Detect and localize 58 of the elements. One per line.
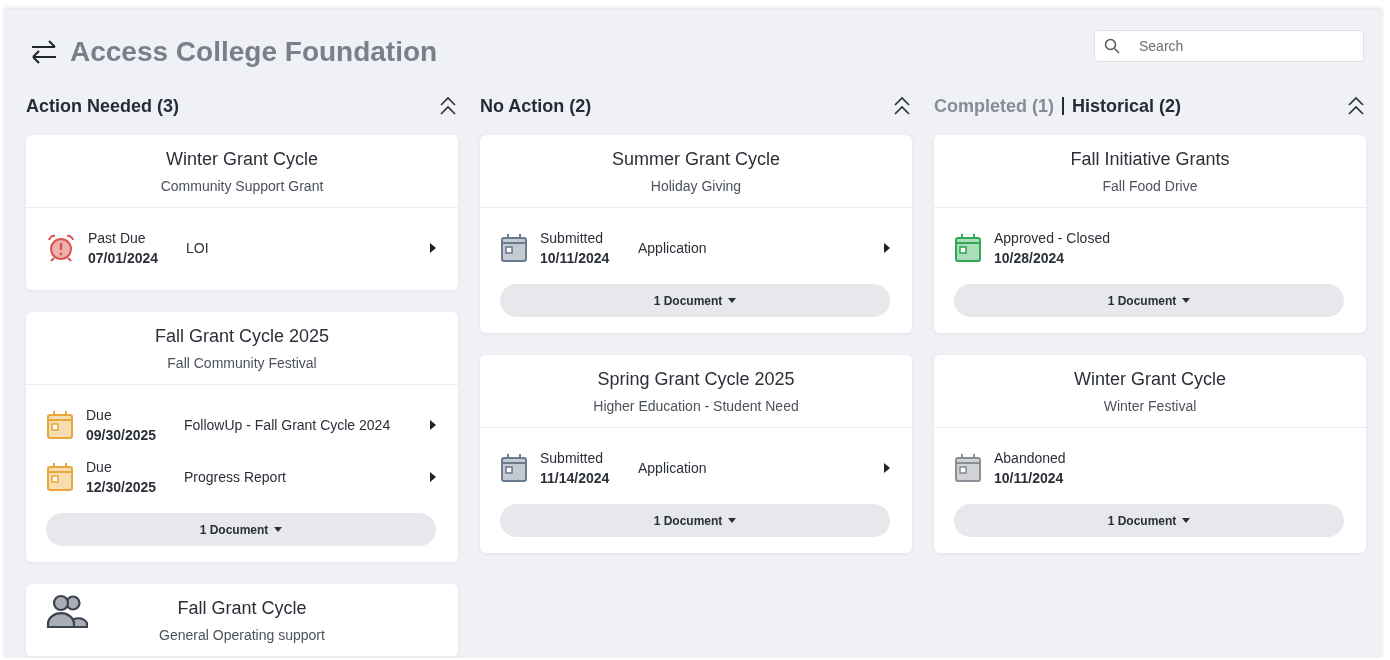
card-title: Winter Grant Cycle <box>1073 369 1226 390</box>
task-status: Due <box>86 407 112 423</box>
search-icon <box>1104 38 1120 54</box>
collapse-icon[interactable] <box>438 96 458 116</box>
collapse-icon[interactable] <box>892 96 912 116</box>
page-title: Access College Foundation <box>70 36 438 68</box>
task-date: 10/28/2024 <box>994 250 1065 266</box>
card-title: Fall Grant Cycle <box>177 598 307 619</box>
task-date: 07/01/2024 <box>88 250 159 266</box>
swap-arrows-icon[interactable] <box>30 39 58 65</box>
column-tab[interactable]: Historical (2) <box>1072 95 1182 117</box>
task-name: Progress Report <box>184 469 287 485</box>
caret-right-icon[interactable] <box>430 243 436 253</box>
card-subtitle: Holiday Giving <box>650 178 742 194</box>
documents-dropdown-button[interactable]: 1 Document <box>954 504 1344 537</box>
task-date: 12/30/2025 <box>86 479 157 495</box>
documents-dropdown-button[interactable]: 1 Document <box>500 504 890 537</box>
task-date: 10/11/2024 <box>540 250 610 266</box>
caret-down-icon <box>1182 298 1191 303</box>
column-tab[interactable]: Action Needed (3) <box>26 95 180 117</box>
card-title: Spring Grant Cycle 2025 <box>597 369 795 390</box>
caret-right-icon[interactable] <box>430 472 436 482</box>
card-title: Summer Grant Cycle <box>611 149 780 170</box>
task-status: Due <box>86 459 112 475</box>
card-subtitle: Higher Education - Student Need <box>593 398 799 414</box>
card-title: Winter Grant Cycle <box>165 149 318 170</box>
card-title: Fall Grant Cycle 2025 <box>154 326 330 347</box>
task-name: Application <box>638 240 708 256</box>
caret-down-icon <box>1182 518 1191 523</box>
collapse-icon[interactable] <box>1346 96 1366 116</box>
task-date: 10/11/2024 <box>994 470 1064 486</box>
task-name: LOI <box>186 240 210 256</box>
task-status: Abandoned <box>994 450 1066 466</box>
card-subtitle: Fall Food Drive <box>1102 178 1198 194</box>
card-subtitle: Fall Community Festival <box>167 355 317 371</box>
task-status: Past Due <box>88 230 146 246</box>
card-subtitle: General Operating support <box>159 627 325 643</box>
task-date: 09/30/2025 <box>86 427 157 443</box>
documents-dropdown-button[interactable]: 1 Document <box>500 284 890 317</box>
caret-right-icon[interactable] <box>884 463 890 473</box>
search-field[interactable]: Search <box>1094 30 1364 62</box>
caret-down-icon <box>274 527 283 532</box>
documents-dropdown-button[interactable]: 1 Document <box>954 284 1344 317</box>
caret-down-icon <box>728 298 737 303</box>
documents-dropdown-button[interactable]: 1 Document <box>46 513 436 546</box>
task-date: 11/14/2024 <box>540 470 610 486</box>
caret-down-icon <box>728 518 737 523</box>
column-tab[interactable]: No Action (2) <box>480 95 592 117</box>
caret-right-icon[interactable] <box>430 420 436 430</box>
card-subtitle: Community Support Grant <box>160 178 324 194</box>
card-title: Fall Initiative Grants <box>1070 149 1230 170</box>
task-status: Approved - Closed <box>994 230 1110 246</box>
task-status: Submitted <box>540 450 604 466</box>
card-subtitle: Winter Festival <box>1103 398 1197 414</box>
task-name: FollowUp - Fall Grant Cycle 2024 <box>184 417 392 433</box>
task-status: Submitted <box>540 230 604 246</box>
task-name: Application <box>638 460 708 476</box>
caret-right-icon[interactable] <box>884 243 890 253</box>
